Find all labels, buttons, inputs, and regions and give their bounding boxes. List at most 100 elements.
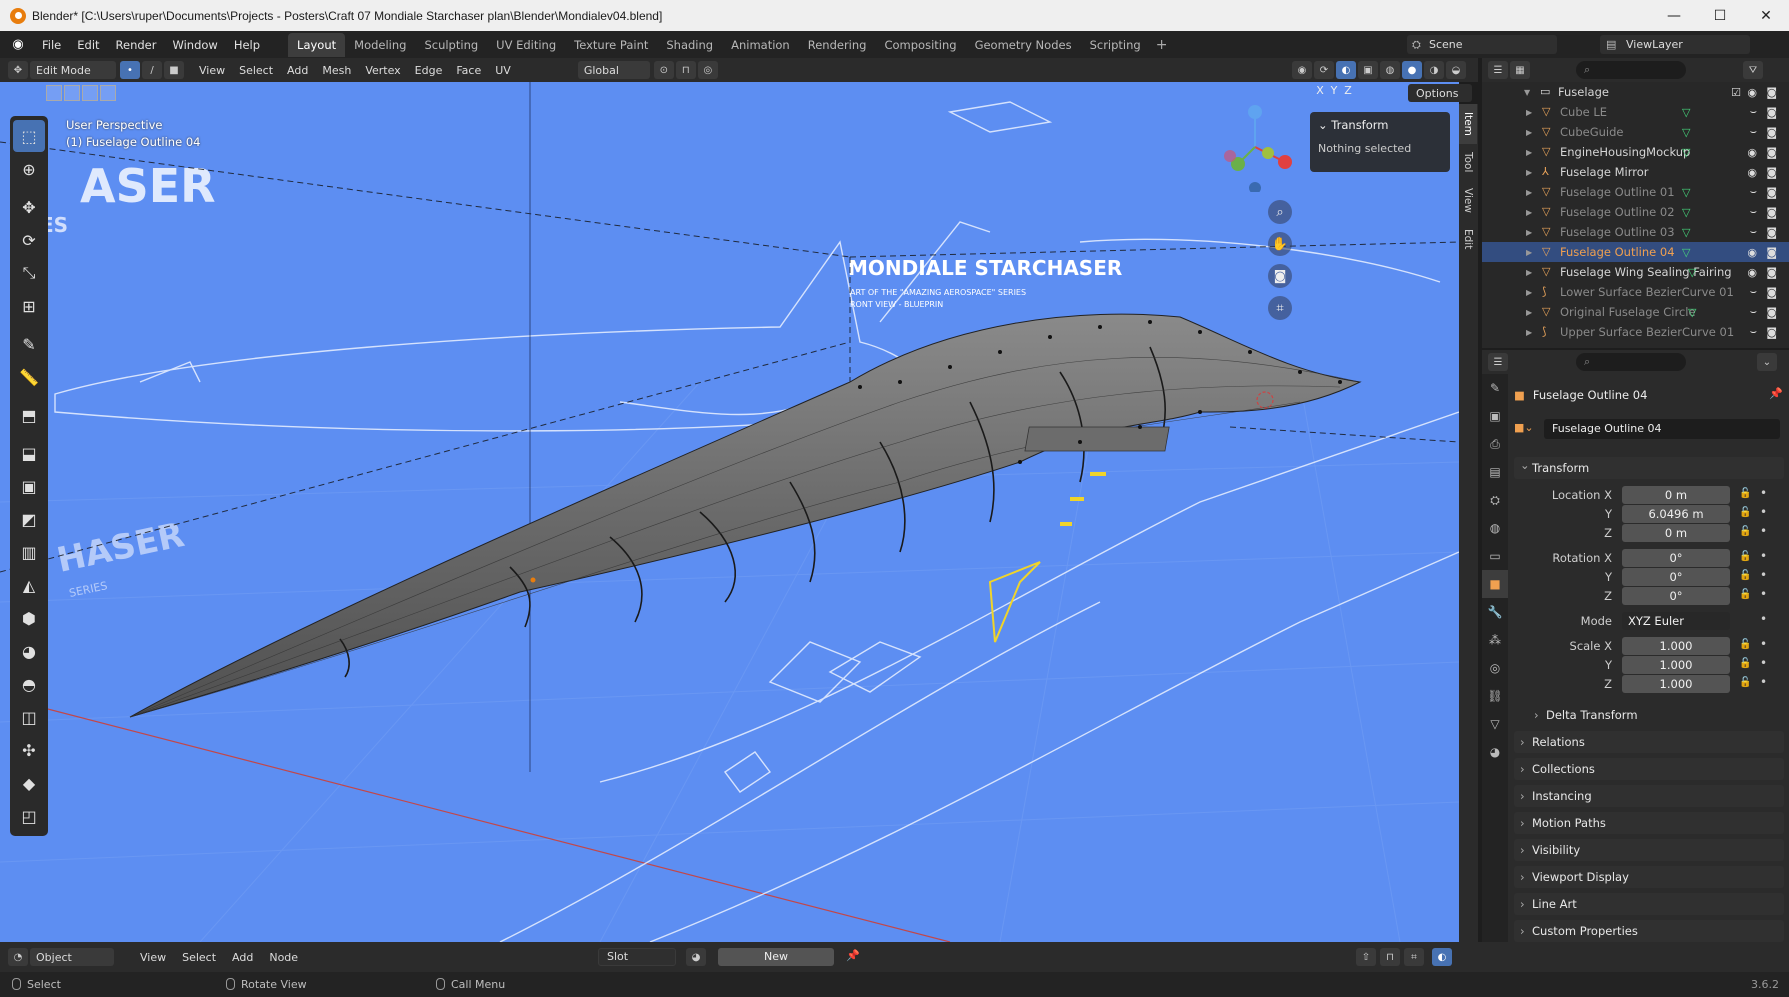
perspective-toggle-icon[interactable]: ⌗	[1268, 296, 1292, 320]
keyframe-dot-icon[interactable]: •	[1760, 587, 1767, 601]
snap-icon[interactable]: ⊓	[675, 61, 696, 79]
menu-view[interactable]: View	[192, 64, 232, 77]
keyframe-dot-icon[interactable]: •	[1760, 656, 1767, 670]
lock-icon[interactable]: 🔓	[1739, 589, 1751, 600]
eye-closed-icon[interactable]: ⌣	[1750, 105, 1757, 119]
collections-panel-header[interactable]: Collections	[1514, 758, 1784, 780]
edge-slide-tool-icon[interactable]: ◫	[13, 701, 45, 733]
sidebar-tab-item[interactable]: Item	[1459, 104, 1477, 144]
material-browse-icon[interactable]: ◕	[686, 948, 706, 966]
mirror-z[interactable]: Z	[1341, 84, 1355, 102]
add-workspace-icon[interactable]: +	[1156, 37, 1168, 53]
inset-tool-icon[interactable]: ▣	[13, 470, 45, 502]
eye-closed-icon[interactable]: ⌣	[1750, 185, 1757, 199]
mesh-data-icon[interactable]: ▽	[1682, 186, 1690, 199]
outliner-item[interactable]: ▶ ▽ CubeGuide ▽ ⌣ ◙	[1482, 122, 1789, 142]
expand-icon[interactable]: ▶	[1526, 288, 1532, 297]
xray-icon[interactable]: ▣	[1358, 61, 1378, 79]
expand-icon[interactable]: ▶	[1526, 228, 1532, 237]
smooth-tool-icon[interactable]: ◓	[13, 668, 45, 700]
line-art-panel-header[interactable]: Line Art	[1514, 893, 1784, 915]
camera-icon[interactable]: ◙	[1766, 326, 1777, 339]
eye-closed-icon[interactable]: ⌣	[1750, 325, 1757, 339]
tab-uv-editing[interactable]: UV Editing	[487, 33, 565, 57]
relations-panel-header[interactable]: Relations	[1514, 731, 1784, 753]
scale-y-field[interactable]: 1.000	[1622, 656, 1730, 674]
keyframe-dot-icon[interactable]: •	[1760, 549, 1767, 563]
orientation-dropdown[interactable]: Global	[577, 61, 650, 79]
eye-icon[interactable]: ◉	[1747, 246, 1757, 259]
rotation-z-field[interactable]: 0°	[1622, 587, 1730, 605]
location-z-field[interactable]: 0 m	[1622, 524, 1730, 542]
close-icon[interactable]: ✕	[1743, 0, 1789, 31]
tab-texture-paint[interactable]: Texture Paint	[565, 33, 657, 57]
shader-menu-select[interactable]: Select	[174, 951, 224, 964]
render-tab-icon[interactable]: ▣	[1482, 402, 1508, 430]
outliner-item[interactable]: ▶ ⟆ Lower Surface BezierCurve 01 ⌣ ◙	[1482, 282, 1789, 302]
collection-tab-icon[interactable]: ▭	[1482, 542, 1508, 570]
edge-select-icon[interactable]: /	[142, 61, 162, 79]
keyframe-dot-icon[interactable]: •	[1760, 675, 1767, 689]
mode-dropdown[interactable]: Edit Mode	[30, 61, 116, 79]
camera-icon[interactable]: ◙	[1766, 106, 1777, 119]
rendered-shading-icon[interactable]: ◒	[1446, 61, 1466, 79]
scene-selector[interactable]: ⛭ Scene	[1407, 35, 1557, 54]
world-tab-icon[interactable]: ◍	[1482, 514, 1508, 542]
visibility-icon[interactable]: ◉	[1292, 61, 1312, 79]
maximize-icon[interactable]: ☐	[1697, 0, 1743, 31]
move-tool-icon[interactable]: ✥	[13, 191, 45, 223]
transform-panel-header[interactable]: Transform	[1514, 454, 1784, 479]
eye-icon[interactable]: ◉	[1747, 146, 1757, 159]
camera-icon[interactable]: ◙	[1766, 306, 1777, 319]
gizmo-icon[interactable]: ⟳	[1314, 61, 1334, 79]
eye-closed-icon[interactable]: ⌣	[1750, 125, 1757, 139]
select-box-tool-icon[interactable]: ⬚	[13, 120, 45, 152]
keyframe-dot-icon[interactable]: •	[1760, 568, 1767, 582]
shader-editor-type-icon[interactable]: ◔	[8, 948, 28, 966]
material-tab-icon[interactable]: ◕	[1482, 738, 1508, 766]
camera-icon[interactable]: ◙	[1766, 206, 1777, 219]
proportional-edit-icon[interactable]: ◎	[697, 61, 718, 79]
measure-tool-icon[interactable]: 📏	[13, 361, 45, 393]
material-shading-icon[interactable]: ◑	[1424, 61, 1444, 79]
properties-search-input[interactable]: ⌕	[1576, 353, 1686, 371]
tool-tab-icon[interactable]: ✎	[1482, 374, 1508, 402]
annotate-tool-icon[interactable]: ✎	[13, 328, 45, 360]
select-extend-icon[interactable]	[64, 85, 80, 101]
parent-node-icon[interactable]: ⇧	[1356, 948, 1376, 966]
shader-object-dropdown[interactable]: Object	[30, 948, 114, 966]
outliner-item[interactable]: ▶ ▽ Fuselage Outline 02 ▽ ⌣ ◙	[1482, 202, 1789, 222]
outliner-search-input[interactable]: ⌕	[1576, 61, 1686, 79]
particles-tab-icon[interactable]: ⁂	[1482, 626, 1508, 654]
outliner-editor-icon[interactable]: ☰	[1488, 61, 1508, 79]
expand-icon[interactable]: ▶	[1526, 308, 1532, 317]
camera-icon[interactable]: ◙	[1766, 266, 1777, 279]
minimize-icon[interactable]: —	[1651, 0, 1697, 31]
pivot-icon[interactable]: ⊙	[653, 61, 674, 79]
shader-menu-view[interactable]: View	[132, 951, 174, 964]
keyframe-dot-icon[interactable]: •	[1760, 505, 1767, 519]
options-dropdown[interactable]: Options	[1408, 84, 1472, 102]
outliner-item[interactable]: ▶ ▽ Original Fuselage Circle ▽ ⌣ ◙	[1482, 302, 1789, 322]
physics-tab-icon[interactable]: ◎	[1482, 654, 1508, 682]
menu-uv[interactable]: UV	[488, 64, 518, 77]
lock-icon[interactable]: 🔓	[1739, 488, 1751, 499]
cursor-tool-icon[interactable]: ⊕	[13, 153, 45, 185]
collapse-icon[interactable]: ▼	[1524, 88, 1530, 97]
expand-icon[interactable]: ▶	[1526, 188, 1532, 197]
bevel-tool-icon[interactable]: ◩	[13, 503, 45, 535]
exclude-checkbox-icon[interactable]: ☑	[1731, 86, 1741, 99]
outliner-item[interactable]: ▶ ▽ EngineHousingMockup ▽ ◉ ◙	[1482, 142, 1789, 162]
output-tab-icon[interactable]: ⎙	[1482, 430, 1508, 458]
camera-icon[interactable]: ◙	[1766, 166, 1777, 179]
shader-overlay-icon[interactable]: ◐	[1432, 948, 1452, 966]
eye-icon[interactable]: ◉	[1747, 166, 1757, 179]
expand-icon[interactable]: ▶	[1526, 128, 1532, 137]
menu-file[interactable]: File	[34, 38, 69, 52]
keyframe-dot-icon[interactable]: •	[1760, 612, 1767, 626]
visibility-panel-header[interactable]: Visibility	[1514, 839, 1784, 861]
sidebar-tab-edit[interactable]: Edit	[1459, 221, 1477, 257]
camera-icon[interactable]: ◙	[1766, 186, 1777, 199]
lock-icon[interactable]: 🔓	[1739, 570, 1751, 581]
mesh-data-icon[interactable]: ▽	[1682, 226, 1690, 239]
